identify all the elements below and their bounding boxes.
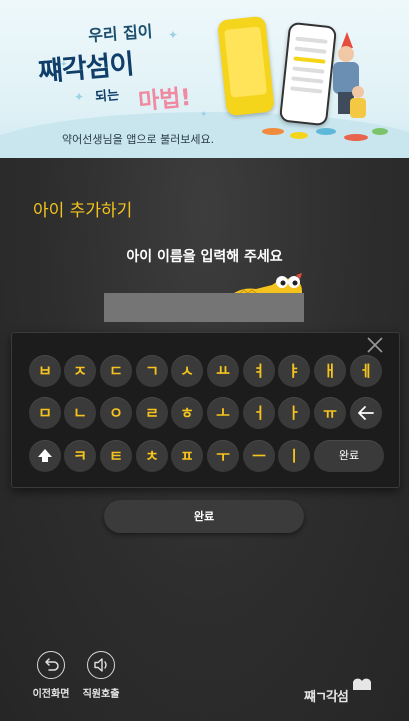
key-yo[interactable]: ㅛ	[207, 355, 239, 387]
heart-logo-icon	[353, 678, 371, 690]
speaker-icon	[93, 657, 107, 672]
key-ch[interactable]: ㅊ	[136, 440, 168, 472]
key-d[interactable]: ㄷ	[100, 355, 132, 387]
key-t[interactable]: ㅌ	[100, 440, 132, 472]
backspace-key[interactable]	[350, 397, 382, 429]
backspace-arrow-icon	[358, 406, 374, 420]
banner-headline-line4: 마법!	[137, 84, 193, 116]
done-button[interactable]: 완료	[104, 500, 304, 533]
stepping-stone-shape	[344, 134, 368, 141]
sparkle-icon: ✦	[200, 110, 208, 120]
key-a[interactable]: ㅏ	[278, 397, 310, 429]
child-name-input[interactable]	[104, 293, 304, 322]
phone-illustration	[217, 15, 275, 117]
key-n[interactable]: ㄴ	[64, 397, 96, 429]
key-e[interactable]: ㅔ	[350, 355, 382, 387]
page-title: 아이 추가하기	[33, 201, 133, 221]
key-s[interactable]: ㅅ	[171, 355, 203, 387]
call-staff-label: 직원호출	[82, 689, 120, 700]
shift-key[interactable]	[29, 440, 61, 472]
key-i[interactable]: ㅣ	[278, 440, 310, 472]
key-eu[interactable]: ㅡ	[243, 440, 275, 472]
key-ae[interactable]: ㅐ	[314, 355, 346, 387]
name-prompt: 아이 이름을 입력해 주세요	[126, 249, 283, 265]
promo-banner[interactable]: ✦ ✦ ✦ ✦ 우리 집이 쨰각섬이 되는 마법! 약어선생님을 앱으로 불러보…	[0, 0, 409, 158]
back-arrow-icon	[44, 657, 59, 671]
stepping-stone-shape	[290, 132, 308, 139]
key-ng[interactable]: ㅇ	[100, 397, 132, 429]
key-r[interactable]: ㄹ	[136, 397, 168, 429]
key-yeo[interactable]: ㅕ	[243, 355, 275, 387]
call-staff-button[interactable]: 직원호출	[76, 651, 126, 700]
close-icon[interactable]	[364, 334, 386, 356]
banner-headline-line2: 쨰각섬이	[37, 48, 135, 89]
sparkle-icon: ✦	[168, 28, 179, 42]
key-ya[interactable]: ㅑ	[278, 355, 310, 387]
back-button[interactable]: 이전화면	[26, 651, 76, 700]
key-b[interactable]: ㅂ	[29, 355, 61, 387]
key-m[interactable]: ㅁ	[29, 397, 61, 429]
sparkle-icon: ✦	[74, 90, 85, 104]
banner-headline-line3: 되는	[94, 87, 120, 106]
key-yu[interactable]: ㅠ	[314, 397, 346, 429]
child-illustration	[348, 86, 368, 120]
key-g[interactable]: ㄱ	[136, 355, 168, 387]
brand-logo: 쨰ㄱ각섬	[304, 676, 378, 706]
banner-subtitle: 약어선생님을 앱으로 불러보세요.	[62, 133, 215, 146]
keyboard-enter-button[interactable]: 완료	[314, 440, 384, 472]
shift-up-arrow-icon	[38, 449, 52, 462]
key-u[interactable]: ㅜ	[207, 440, 239, 472]
key-j[interactable]: ㅈ	[64, 355, 96, 387]
stepping-stone-shape	[316, 128, 336, 135]
key-o[interactable]: ㅗ	[207, 397, 239, 429]
key-k[interactable]: ㅋ	[64, 440, 96, 472]
key-eo[interactable]: ㅓ	[243, 397, 275, 429]
key-h[interactable]: ㅎ	[171, 397, 203, 429]
back-button-label: 이전화면	[32, 689, 70, 700]
key-p[interactable]: ㅍ	[171, 440, 203, 472]
stepping-stone-shape	[262, 128, 284, 135]
stepping-stone-shape	[372, 128, 388, 135]
brand-logo-text: 쨰ㄱ각섬	[304, 690, 349, 705]
